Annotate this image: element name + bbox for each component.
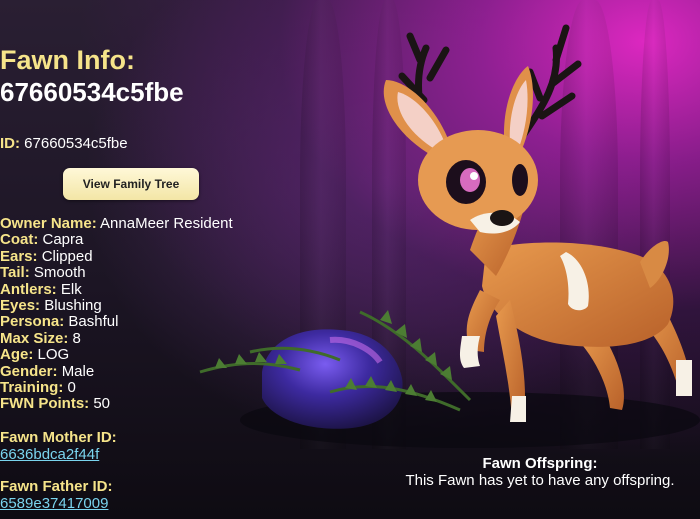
attribute-list: Owner Name: AnnaMeer Resident Coat: Capr… — [0, 215, 265, 413]
attribute-label: Max Size: — [0, 329, 69, 347]
attribute-antlers: Antlers: Elk — [0, 280, 265, 298]
id-label: ID: — [0, 135, 20, 152]
attribute-label: Coat: — [0, 231, 39, 249]
attribute-coat: Coat: Capra — [0, 232, 265, 248]
attribute-label: Owner Name: — [0, 215, 97, 232]
view-family-tree-button[interactable]: View Family Tree — [63, 168, 199, 200]
attribute-max-size: Max Size: 8 — [0, 329, 265, 347]
attribute-value: Elk — [60, 280, 82, 298]
attribute-label: Tail: — [0, 264, 30, 282]
mother-id-label: Fawn Mother ID: — [0, 429, 117, 446]
father-id-link[interactable]: 6589e37417009 — [0, 495, 265, 512]
attribute-value: Male — [61, 362, 95, 380]
attribute-eyes: Eyes: Blushing — [0, 297, 265, 315]
fawn-id-title: 67660534c5fbe — [0, 77, 184, 107]
attribute-label: Ears: — [0, 247, 38, 265]
rock-icon — [262, 329, 403, 429]
attribute-value: AnnaMeer Resident — [100, 215, 233, 232]
attribute-tail: Tail: Smooth — [0, 265, 265, 281]
offspring-title: Fawn Offspring: — [482, 455, 598, 472]
father-id-label: Fawn Father ID: — [0, 478, 113, 495]
attribute-fwn-points: FWN Points: 50 — [0, 396, 265, 412]
attribute-value: Bashful — [68, 313, 119, 331]
attribute-label: Eyes: — [0, 297, 41, 315]
attribute-value: Clipped — [41, 247, 93, 265]
attribute-label: Training: — [0, 379, 64, 397]
attribute-training: Training: 0 — [0, 379, 265, 397]
page-title: Fawn Info: — [0, 45, 135, 75]
attribute-age: Age: LOG — [0, 347, 265, 363]
attribute-gender: Gender: Male — [0, 362, 265, 380]
attribute-label: FWN Points: — [0, 395, 90, 413]
attribute-value: Smooth — [33, 264, 86, 282]
attribute-label: Persona: — [0, 313, 65, 331]
attribute-owner-name: Owner Name: AnnaMeer Resident — [0, 215, 265, 232]
attribute-label: Gender: — [0, 362, 58, 380]
attribute-label: Antlers: — [0, 280, 57, 298]
attribute-ears: Ears: Clipped — [0, 247, 265, 265]
id-value: 67660534c5fbe — [24, 135, 128, 152]
attribute-persona: Persona: Bashful — [0, 314, 265, 330]
attribute-value: LOG — [37, 346, 70, 364]
attribute-value: Blushing — [44, 297, 102, 315]
attribute-value: 50 — [93, 395, 111, 413]
attribute-value: 0 — [67, 379, 76, 397]
attribute-value: Capra — [42, 231, 84, 249]
attribute-label: Age: — [0, 346, 34, 364]
mother-id-link[interactable]: 6636bdca2f44f — [0, 446, 265, 463]
attribute-value: 8 — [72, 329, 81, 347]
offspring-text: This Fawn has yet to have any offspring. — [405, 472, 675, 489]
id-row: ID: 67660534c5fbe — [0, 135, 265, 153]
